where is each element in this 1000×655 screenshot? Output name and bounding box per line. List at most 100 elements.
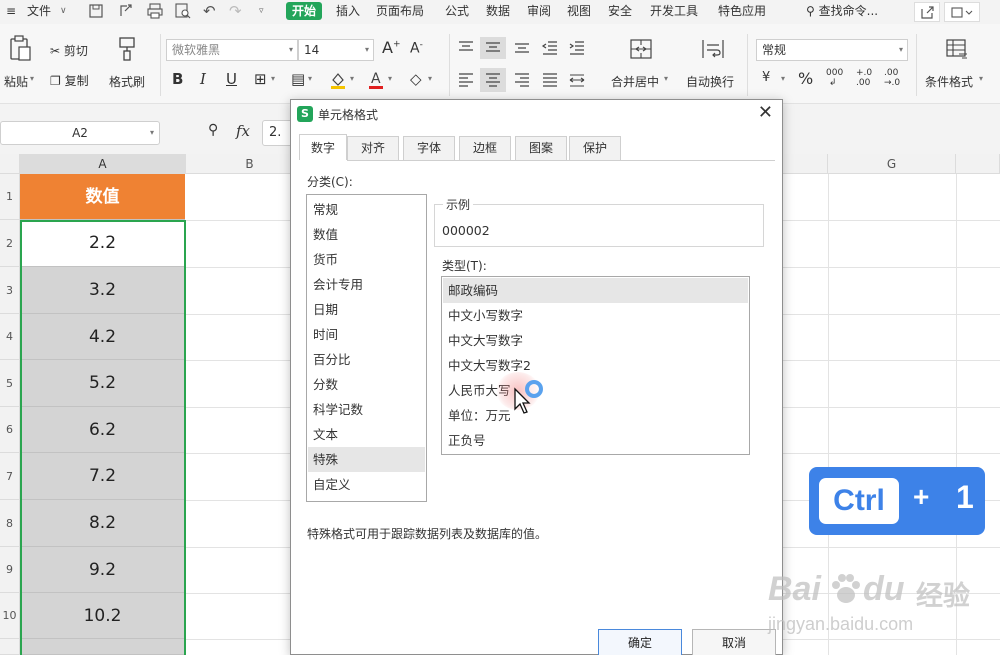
row-header-11[interactable] xyxy=(0,639,20,655)
decrease-font-icon[interactable]: A- xyxy=(410,40,423,57)
paste-dropdown-icon[interactable]: ▾ xyxy=(30,74,34,83)
category-item[interactable]: 时间 xyxy=(308,322,425,347)
number-format-select[interactable]: 常规 ▾ xyxy=(756,39,908,61)
category-item[interactable]: 日期 xyxy=(308,297,425,322)
type-item[interactable]: 中文大写数字2 xyxy=(443,353,748,378)
fill-style-dropdown-icon[interactable]: ▾ xyxy=(308,74,312,83)
merge-center-label[interactable]: 合并居中 xyxy=(611,73,659,90)
type-list[interactable]: 邮政编码 中文小写数字 中文大写数字 中文大写数字2 人民币大写 单位：万元 正… xyxy=(441,276,750,455)
cut-button[interactable]: ✂ 剪切 xyxy=(50,42,88,59)
clear-dropdown-icon[interactable]: ▾ xyxy=(428,74,432,83)
row-header-6[interactable]: 6 xyxy=(0,407,20,453)
column-header-h[interactable] xyxy=(956,154,1000,174)
category-item[interactable]: 会计专用 xyxy=(308,272,425,297)
dialog-title-bar[interactable]: S 单元格格式 ✕ xyxy=(291,100,782,128)
type-item[interactable]: 正负号 xyxy=(443,428,748,453)
category-item[interactable]: 货币 xyxy=(308,247,425,272)
currency-icon[interactable]: ¥ xyxy=(762,70,770,85)
cell-a1-header[interactable]: 数值 xyxy=(20,174,185,220)
name-box[interactable]: A2 ▾ xyxy=(0,121,160,145)
menu-developer[interactable]: 开发工具 xyxy=(650,0,698,24)
border-icon[interactable]: ⊞ xyxy=(254,70,267,88)
font-name-select[interactable]: 微软雅黑 ▾ xyxy=(166,39,298,61)
menu-formula[interactable]: 公式 xyxy=(445,0,469,24)
currency-dropdown-icon[interactable]: ▾ xyxy=(781,74,785,83)
tab-pattern[interactable]: 图案 xyxy=(515,136,567,160)
category-item[interactable]: 分数 xyxy=(308,372,425,397)
menu-view[interactable]: 视图 xyxy=(567,0,591,24)
ok-button[interactable]: 确定 xyxy=(598,629,682,655)
underline-icon[interactable]: U xyxy=(226,70,237,88)
menu-review[interactable]: 审阅 xyxy=(527,0,551,24)
row-header-4[interactable]: 4 xyxy=(0,314,20,360)
category-item-selected[interactable]: 特殊 xyxy=(308,447,425,472)
align-right-icon[interactable] xyxy=(512,71,532,89)
conditional-dropdown-icon[interactable]: ▾ xyxy=(979,74,983,83)
font-color-dropdown-icon[interactable]: ▾ xyxy=(388,74,392,83)
row-header-1[interactable]: 1 xyxy=(0,174,20,220)
chevron-down-icon[interactable]: ∨ xyxy=(60,0,67,24)
menu-security[interactable]: 安全 xyxy=(608,0,632,24)
fx-icon[interactable]: fx xyxy=(236,122,250,140)
type-item[interactable]: 人民币大写 xyxy=(443,378,748,403)
row-header-2[interactable]: 2 xyxy=(0,220,20,267)
type-item-selected[interactable]: 邮政编码 xyxy=(443,278,748,303)
row-header-9[interactable]: 9 xyxy=(0,547,20,593)
category-item[interactable]: 自定义 xyxy=(308,472,425,497)
tab-alignment[interactable]: 对齐 xyxy=(347,136,399,160)
merge-center-icon[interactable] xyxy=(628,36,654,62)
hamburger-icon[interactable]: ≡ xyxy=(6,0,16,24)
column-header-g[interactable]: G xyxy=(828,154,956,174)
type-item[interactable]: 中文小写数字 xyxy=(443,303,748,328)
merge-dropdown-icon[interactable]: ▾ xyxy=(664,74,668,83)
save-icon[interactable] xyxy=(88,0,104,24)
close-icon[interactable]: ✕ xyxy=(758,102,773,123)
fill-color-icon[interactable] xyxy=(329,70,347,90)
italic-icon[interactable]: I xyxy=(200,70,206,88)
zoom-icon[interactable]: ⚲ xyxy=(208,122,218,138)
tab-protection[interactable]: 保护 xyxy=(569,136,621,160)
category-item[interactable]: 科学记数 xyxy=(308,397,425,422)
decrease-decimal-icon[interactable]: .00 →.0 xyxy=(884,68,900,88)
menu-data[interactable]: 数据 xyxy=(486,0,510,24)
border-dropdown-icon[interactable]: ▾ xyxy=(271,74,275,83)
align-center-icon[interactable] xyxy=(480,68,506,92)
conditional-format-label[interactable]: 条件格式 xyxy=(925,73,973,90)
row-header-3[interactable]: 3 xyxy=(0,267,20,314)
increase-decimal-icon[interactable]: +.0.00 xyxy=(856,68,872,88)
menu-file[interactable]: 文件 xyxy=(27,0,51,24)
fill-color-dropdown-icon[interactable]: ▾ xyxy=(350,74,354,83)
increase-font-icon[interactable]: A+ xyxy=(382,38,401,57)
collapse-ribbon-icon[interactable] xyxy=(944,2,980,22)
search-command[interactable]: ⚲ 查找命令... xyxy=(806,0,878,24)
tab-number[interactable]: 数字 xyxy=(299,134,347,160)
copy-button[interactable]: ❐ 复制 xyxy=(50,72,89,89)
align-middle-icon[interactable] xyxy=(480,37,506,59)
tab-font[interactable]: 字体 xyxy=(403,136,455,160)
align-top-icon[interactable] xyxy=(456,39,476,57)
category-item[interactable]: 文本 xyxy=(308,422,425,447)
menu-special[interactable]: 特色应用 xyxy=(718,0,766,24)
clear-format-icon[interactable]: ◇ xyxy=(410,70,422,88)
redo-icon[interactable]: ↷ xyxy=(229,0,242,24)
paste-button[interactable] xyxy=(8,34,32,62)
thousands-icon[interactable]: 000 ↲ xyxy=(826,68,843,88)
wrap-text-label[interactable]: 自动换行 xyxy=(686,73,734,90)
undo-icon[interactable]: ↶ xyxy=(203,0,216,24)
wrap-text-icon[interactable] xyxy=(700,36,726,62)
justify-icon[interactable] xyxy=(540,71,560,89)
row-header-10[interactable]: 10 xyxy=(0,593,20,639)
percent-icon[interactable]: % xyxy=(798,69,813,88)
type-item[interactable]: 中文大写数字 xyxy=(443,328,748,353)
print-icon[interactable] xyxy=(146,0,164,24)
distributed-align-icon[interactable] xyxy=(567,71,587,89)
align-bottom-icon[interactable] xyxy=(512,39,532,57)
column-header-a[interactable]: A xyxy=(20,154,186,174)
row-header-7[interactable]: 7 xyxy=(0,453,20,500)
menu-insert[interactable]: 插入 xyxy=(336,0,360,24)
customize-icon[interactable]: ▿ xyxy=(259,0,264,24)
indent-increase-icon[interactable] xyxy=(567,39,587,57)
print-preview-icon[interactable] xyxy=(174,0,192,24)
type-item[interactable]: 单位：万元 xyxy=(443,403,748,428)
format-painter-label[interactable]: 格式刷 xyxy=(109,73,145,90)
